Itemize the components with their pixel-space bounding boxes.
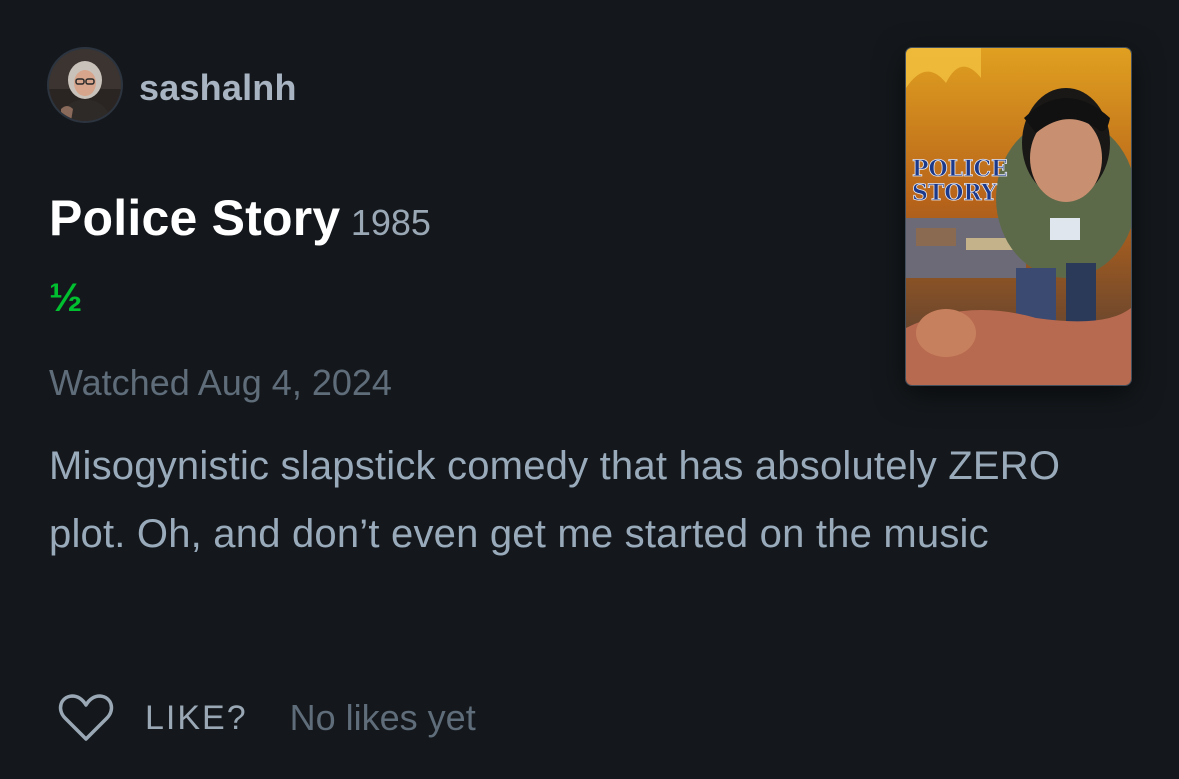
film-heading: Police Story 1985 — [49, 186, 431, 263]
svg-text:STORY: STORY — [912, 180, 997, 206]
like-row: LIKE? No likes yet — [57, 690, 476, 746]
like-button[interactable]: LIKE? — [145, 699, 248, 738]
film-poster[interactable]: POLICE STORY — [906, 48, 1131, 385]
heart-outline-icon[interactable] — [57, 693, 115, 743]
film-year[interactable]: 1985 — [351, 202, 431, 243]
watched-date: Watched Aug 4, 2024 — [49, 362, 392, 403]
review-text: Misogynistic slapstick comedy that has a… — [49, 444, 1061, 556]
username[interactable]: sashalnh — [139, 66, 297, 110]
film-title[interactable]: Police Story — [49, 190, 340, 246]
avatar[interactable] — [49, 49, 121, 121]
rating-stars: ½ — [49, 276, 83, 320]
likes-count: No likes yet — [289, 697, 476, 738]
poster-image: POLICE STORY — [906, 48, 1131, 385]
avatar-image — [49, 49, 121, 121]
svg-text:POLICE: POLICE — [912, 156, 1008, 182]
